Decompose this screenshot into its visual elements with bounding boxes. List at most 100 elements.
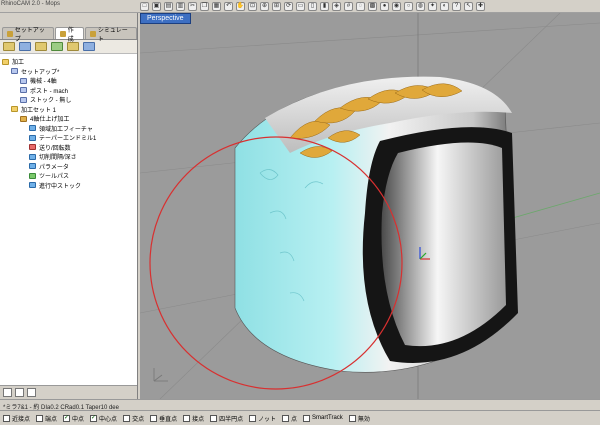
help-icon[interactable]: ? — [452, 1, 461, 11]
settings-button[interactable] — [27, 388, 36, 397]
front-icon[interactable]: ▯ — [308, 1, 317, 11]
osnap-option[interactable]: SmartTrack — [303, 414, 343, 422]
osnap-option[interactable]: 垂直点 — [150, 414, 177, 423]
zoom-window-icon[interactable]: ⊡ — [248, 1, 257, 11]
osnap-checkbox[interactable] — [249, 414, 257, 422]
osnap-label: 端点 — [45, 416, 58, 423]
osnap-checkbox[interactable] — [282, 414, 290, 422]
drill-button[interactable] — [35, 42, 47, 51]
tree-node[interactable]: 進行中ストック — [2, 181, 135, 191]
osnap-option[interactable]: ✓ 中点 — [63, 414, 84, 423]
tree-node[interactable]: パラメータ — [2, 162, 135, 172]
tree-node-label: テーパーエンドミル1 — [39, 136, 97, 143]
generate-button[interactable] — [67, 42, 79, 51]
doc-icon — [20, 87, 27, 94]
tree-node[interactable]: テーパーエンドミル1 — [2, 133, 135, 143]
osnap-checkbox[interactable] — [303, 414, 311, 422]
osnap-option[interactable]: ノット — [249, 414, 276, 423]
tree-node[interactable]: ツールパス — [2, 171, 135, 181]
tool-icon — [29, 182, 36, 189]
perspective-icon[interactable]: ◈ — [332, 1, 341, 11]
camera-icon[interactable]: ◐ — [440, 1, 449, 11]
tree-node[interactable]: 4軸仕上げ加工 — [2, 114, 135, 124]
tree-node[interactable]: ポスト - mach — [2, 86, 135, 96]
osnap-option[interactable]: ✓ 中心点 — [90, 414, 117, 423]
tree-node[interactable]: ストック - 無し — [2, 95, 135, 105]
tab-label: 作成 — [67, 27, 74, 43]
new-icon[interactable]: □ — [140, 1, 149, 11]
tree-node-label: ポスト - mach — [30, 88, 69, 95]
shaded-icon[interactable]: ● — [380, 1, 389, 11]
zoom-extents-icon[interactable]: ⊞ — [272, 1, 281, 11]
doc-icon — [11, 68, 18, 75]
tool-button[interactable] — [51, 42, 63, 51]
tab-1[interactable]: 作成 — [55, 27, 85, 43]
osnap-checkbox[interactable] — [123, 414, 131, 422]
undo-icon[interactable]: ↶ — [224, 1, 233, 11]
osnap-option[interactable]: 接点 — [183, 414, 204, 423]
tab-label: セットアップ — [14, 27, 45, 43]
osnap-checkbox[interactable] — [348, 414, 356, 422]
copy-icon[interactable]: ❐ — [200, 1, 209, 11]
properties-button[interactable] — [15, 388, 24, 397]
tree-node-label: 進行中ストック — [39, 183, 82, 190]
perspective-viewport[interactable]: Perspective — [140, 13, 600, 399]
light-icon[interactable]: ✦ — [428, 1, 437, 11]
osnap-option[interactable]: 端点 — [36, 414, 57, 423]
globe-icon[interactable]: ◍ — [416, 1, 425, 11]
tool-icon — [29, 163, 36, 170]
create-icon — [60, 30, 66, 37]
osnap-checkbox[interactable] — [36, 414, 44, 422]
osnap-checkbox[interactable] — [3, 414, 10, 422]
tab-0[interactable]: セットアップ — [2, 27, 55, 43]
tree-node[interactable]: セットアップ* — [2, 67, 135, 77]
cut-icon[interactable]: ✂ — [188, 1, 197, 11]
right-icon[interactable]: ▮ — [320, 1, 329, 11]
arrow-icon[interactable]: ↖ — [464, 1, 473, 11]
tree-node-label: ツールパス — [39, 174, 70, 181]
tree-node-label: 切削間隔/深さ — [39, 155, 77, 162]
stock-button[interactable] — [19, 42, 31, 51]
lasso-icon[interactable]: ◌ — [356, 1, 365, 11]
osnap-option[interactable]: 四半円点 — [210, 414, 243, 423]
panel-tabs: セットアップ 作成 シミュレート — [0, 27, 138, 43]
select-all-icon[interactable]: ▩ — [368, 1, 377, 11]
sphere-icon[interactable]: ○ — [404, 1, 413, 11]
tab-label: シミュレート — [97, 27, 128, 43]
zoom-icon[interactable]: ⊕ — [260, 1, 269, 11]
top-icon[interactable]: ▭ — [296, 1, 305, 11]
rotate-icon[interactable]: ⟳ — [284, 1, 293, 11]
tools-icon[interactable]: ✚ — [476, 1, 485, 11]
paste-icon[interactable]: ▦ — [212, 1, 221, 11]
save-icon[interactable]: ▤ — [164, 1, 173, 11]
grid-icon[interactable]: # — [344, 1, 353, 11]
tab-2[interactable]: シミュレート — [85, 27, 138, 43]
tree-node[interactable]: 加工 — [2, 57, 135, 67]
open-icon[interactable]: ▣ — [152, 1, 161, 11]
tree-node-label: セットアップ* — [21, 69, 60, 76]
osnap-checkbox[interactable] — [210, 414, 218, 422]
osnap-checkbox[interactable] — [150, 414, 158, 422]
osnap-option[interactable]: 無効 — [348, 414, 370, 423]
osnap-checkbox[interactable] — [183, 414, 191, 422]
render-icon[interactable]: ◉ — [392, 1, 401, 11]
hand-icon[interactable]: ✋ — [236, 1, 245, 11]
osnap-option[interactable]: 近接点 — [3, 414, 30, 423]
tool-icon — [29, 125, 36, 132]
options-button[interactable] — [83, 42, 95, 51]
tree-node[interactable]: 領域加工フィーチャ — [2, 124, 135, 134]
green-icon — [29, 172, 36, 179]
perspective-tab[interactable]: Perspective — [140, 13, 191, 24]
osnap-option[interactable]: 点 — [282, 414, 297, 423]
viewport-canvas[interactable] — [140, 13, 600, 399]
osnap-option[interactable]: 交点 — [123, 414, 144, 423]
tree-node[interactable]: 切削間隔/深さ — [2, 152, 135, 162]
print-icon[interactable]: ▥ — [176, 1, 185, 11]
tree-node[interactable]: 機械 - 4軸 — [2, 76, 135, 86]
tree-node[interactable]: 送り/回転数 — [2, 143, 135, 153]
browser-button[interactable] — [3, 388, 12, 397]
osnap-checkbox[interactable]: ✓ — [63, 414, 71, 422]
osnap-checkbox[interactable]: ✓ — [90, 414, 98, 422]
operation-button[interactable] — [3, 42, 15, 51]
tree-node[interactable]: 加工セット 1 — [2, 105, 135, 115]
